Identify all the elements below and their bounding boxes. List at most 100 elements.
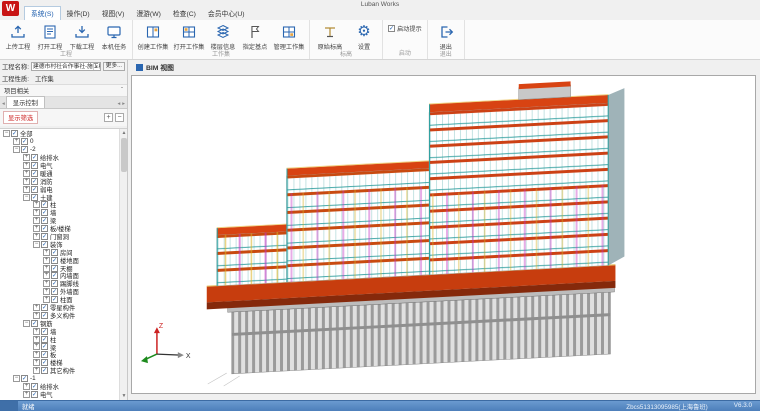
tree-expand-icon[interactable]: + bbox=[23, 383, 30, 390]
tree-checkbox[interactable]: ✓ bbox=[21, 146, 28, 153]
more-button[interactable]: 更多... bbox=[103, 62, 125, 71]
tree-node[interactable]: −✓全部 bbox=[0, 130, 119, 138]
tree-node[interactable]: +✓墙 bbox=[0, 209, 119, 217]
tree-node[interactable]: +✓电气 bbox=[0, 390, 119, 398]
create-workset-button[interactable]: 创建工作集 bbox=[136, 21, 170, 51]
tree-scrollbar[interactable]: ▲ ▼ bbox=[119, 129, 127, 400]
menu-check[interactable]: 检查(C) bbox=[167, 7, 202, 20]
tree-checkbox[interactable]: ✓ bbox=[41, 351, 48, 358]
tree-node[interactable]: +✓暖通 bbox=[0, 169, 119, 177]
tree-expand-icon[interactable]: + bbox=[33, 312, 40, 319]
tree-collapse-icon[interactable]: − bbox=[13, 375, 20, 382]
tree-expand-icon[interactable]: + bbox=[33, 367, 40, 374]
tree-expand-icon[interactable]: + bbox=[33, 336, 40, 343]
tree-checkbox[interactable]: ✓ bbox=[51, 249, 58, 256]
menu-roam[interactable]: 漫游(W) bbox=[130, 7, 167, 20]
tree-collapse-icon[interactable]: − bbox=[23, 194, 30, 201]
tree-node[interactable]: −✓-2 bbox=[0, 146, 119, 154]
manage-workset-button[interactable]: 管理工作集 bbox=[272, 21, 306, 51]
tree-expand-icon[interactable]: + bbox=[23, 162, 30, 169]
project-name-select[interactable]: 建德市村社合作事社-施工模型 ▾ bbox=[31, 62, 101, 71]
tree-expand-icon[interactable]: + bbox=[33, 351, 40, 358]
base-point-button[interactable]: 指定基点 bbox=[240, 21, 270, 51]
tree-checkbox[interactable]: ✓ bbox=[31, 178, 38, 185]
tree-checkbox[interactable]: ✓ bbox=[41, 304, 48, 311]
tree-expand-icon[interactable]: + bbox=[23, 391, 30, 398]
tree-collapse-icon[interactable]: − bbox=[3, 130, 10, 137]
scroll-down-icon[interactable]: ▼ bbox=[120, 392, 127, 400]
tree-collapse-icon[interactable]: − bbox=[13, 146, 20, 153]
tree-checkbox[interactable]: ✓ bbox=[51, 280, 58, 287]
tree-checkbox[interactable]: ✓ bbox=[31, 383, 38, 390]
tree-expand-icon[interactable]: + bbox=[23, 186, 30, 193]
tree-checkbox[interactable]: ✓ bbox=[21, 138, 28, 145]
tree-node[interactable]: +✓0 bbox=[0, 138, 119, 146]
tree-node[interactable]: −✓土建 bbox=[0, 193, 119, 201]
upload-project-button[interactable]: 上传工程 bbox=[3, 21, 33, 51]
tree-node[interactable]: +✓柱 bbox=[0, 335, 119, 343]
tree-checkbox[interactable]: ✓ bbox=[51, 272, 58, 279]
tree-node[interactable]: +✓消防 bbox=[0, 177, 119, 185]
tree-checkbox[interactable]: ✓ bbox=[41, 336, 48, 343]
exit-button[interactable]: 退出 bbox=[431, 21, 461, 51]
tree-expand-icon[interactable]: + bbox=[23, 154, 30, 161]
tree-expand-icon[interactable]: + bbox=[33, 343, 40, 350]
original-elevation-button[interactable]: 原始标高 bbox=[313, 21, 347, 51]
tree-checkbox[interactable]: ✓ bbox=[51, 257, 58, 264]
bim-3d-canvas[interactable]: Z X bbox=[131, 75, 756, 394]
settings-button[interactable]: ⚙ 设置 bbox=[349, 21, 379, 51]
tree-checkbox[interactable]: ✓ bbox=[21, 375, 28, 382]
tree-expand-icon[interactable]: + bbox=[23, 170, 30, 177]
tree-checkbox[interactable]: ✓ bbox=[41, 367, 48, 374]
tree-expand-icon[interactable]: + bbox=[33, 359, 40, 366]
tree-expand-icon[interactable]: + bbox=[43, 265, 50, 272]
tab-display-control[interactable]: 显示控制 bbox=[6, 96, 45, 108]
tree-collapse-icon[interactable]: − bbox=[23, 320, 30, 327]
tree-checkbox[interactable]: ✓ bbox=[41, 201, 48, 208]
tree-node[interactable]: +✓梁 bbox=[0, 343, 119, 351]
menu-operate[interactable]: 操作(D) bbox=[61, 7, 96, 20]
tree-node[interactable]: +✓其它构件 bbox=[0, 367, 119, 375]
tree-checkbox[interactable]: ✓ bbox=[41, 209, 48, 216]
tab-scroll-right-icon[interactable]: ▸ bbox=[121, 101, 126, 108]
collapse-all-button[interactable]: − bbox=[115, 113, 124, 122]
tree-expand-icon[interactable]: + bbox=[43, 296, 50, 303]
tree-expand-icon[interactable]: + bbox=[43, 280, 50, 287]
menu-system[interactable]: 系统(S) bbox=[24, 6, 61, 20]
tree-checkbox[interactable]: ✓ bbox=[41, 225, 48, 232]
tree-checkbox[interactable]: ✓ bbox=[41, 241, 48, 248]
menu-view[interactable]: 视图(V) bbox=[96, 7, 131, 20]
tree-checkbox[interactable]: ✓ bbox=[41, 328, 48, 335]
display-filter-button[interactable]: 显示筛选 bbox=[3, 111, 38, 124]
tree-expand-icon[interactable]: + bbox=[23, 178, 30, 185]
tree-node[interactable]: +✓电气 bbox=[0, 162, 119, 170]
startup-tip-checkbox[interactable]: ✓ bbox=[388, 25, 395, 32]
floor-info-button[interactable]: 楼层信息 bbox=[208, 21, 238, 51]
tree-checkbox[interactable]: ✓ bbox=[41, 343, 48, 350]
menu-member-center[interactable]: 会员中心(U) bbox=[202, 7, 251, 20]
tree-checkbox[interactable]: ✓ bbox=[31, 391, 38, 398]
tree-checkbox[interactable]: ✓ bbox=[51, 265, 58, 272]
tree-checkbox[interactable]: ✓ bbox=[31, 186, 38, 193]
open-workset-button[interactable]: 打开工作集 bbox=[172, 21, 206, 51]
tree-node[interactable]: −✓-1 bbox=[0, 375, 119, 383]
tree-expand-icon[interactable]: + bbox=[43, 288, 50, 295]
tree-node[interactable]: +✓多义构件 bbox=[0, 311, 119, 319]
tree-checkbox[interactable]: ✓ bbox=[11, 130, 18, 137]
tree-collapse-icon[interactable]: − bbox=[33, 241, 40, 248]
tree-checkbox[interactable]: ✓ bbox=[31, 170, 38, 177]
tree-checkbox[interactable]: ✓ bbox=[31, 320, 38, 327]
tree-node[interactable]: +✓柱 bbox=[0, 201, 119, 209]
tree-node[interactable]: +✓给排水 bbox=[0, 383, 119, 391]
scrollbar-thumb[interactable] bbox=[121, 138, 127, 172]
expand-all-button[interactable]: + bbox=[104, 113, 113, 122]
startup-tip-checkbox-row[interactable]: ✓ 启动提示 bbox=[388, 24, 422, 33]
open-project-button[interactable]: 打开工程 bbox=[35, 21, 65, 51]
tree-checkbox[interactable]: ✓ bbox=[31, 194, 38, 201]
tree-checkbox[interactable]: ✓ bbox=[31, 154, 38, 161]
tree-expand-icon[interactable]: + bbox=[33, 233, 40, 240]
tree-expand-icon[interactable]: + bbox=[33, 217, 40, 224]
tree-expand-icon[interactable]: + bbox=[43, 249, 50, 256]
tree-checkbox[interactable]: ✓ bbox=[41, 217, 48, 224]
tree-node[interactable]: +✓墙 bbox=[0, 327, 119, 335]
